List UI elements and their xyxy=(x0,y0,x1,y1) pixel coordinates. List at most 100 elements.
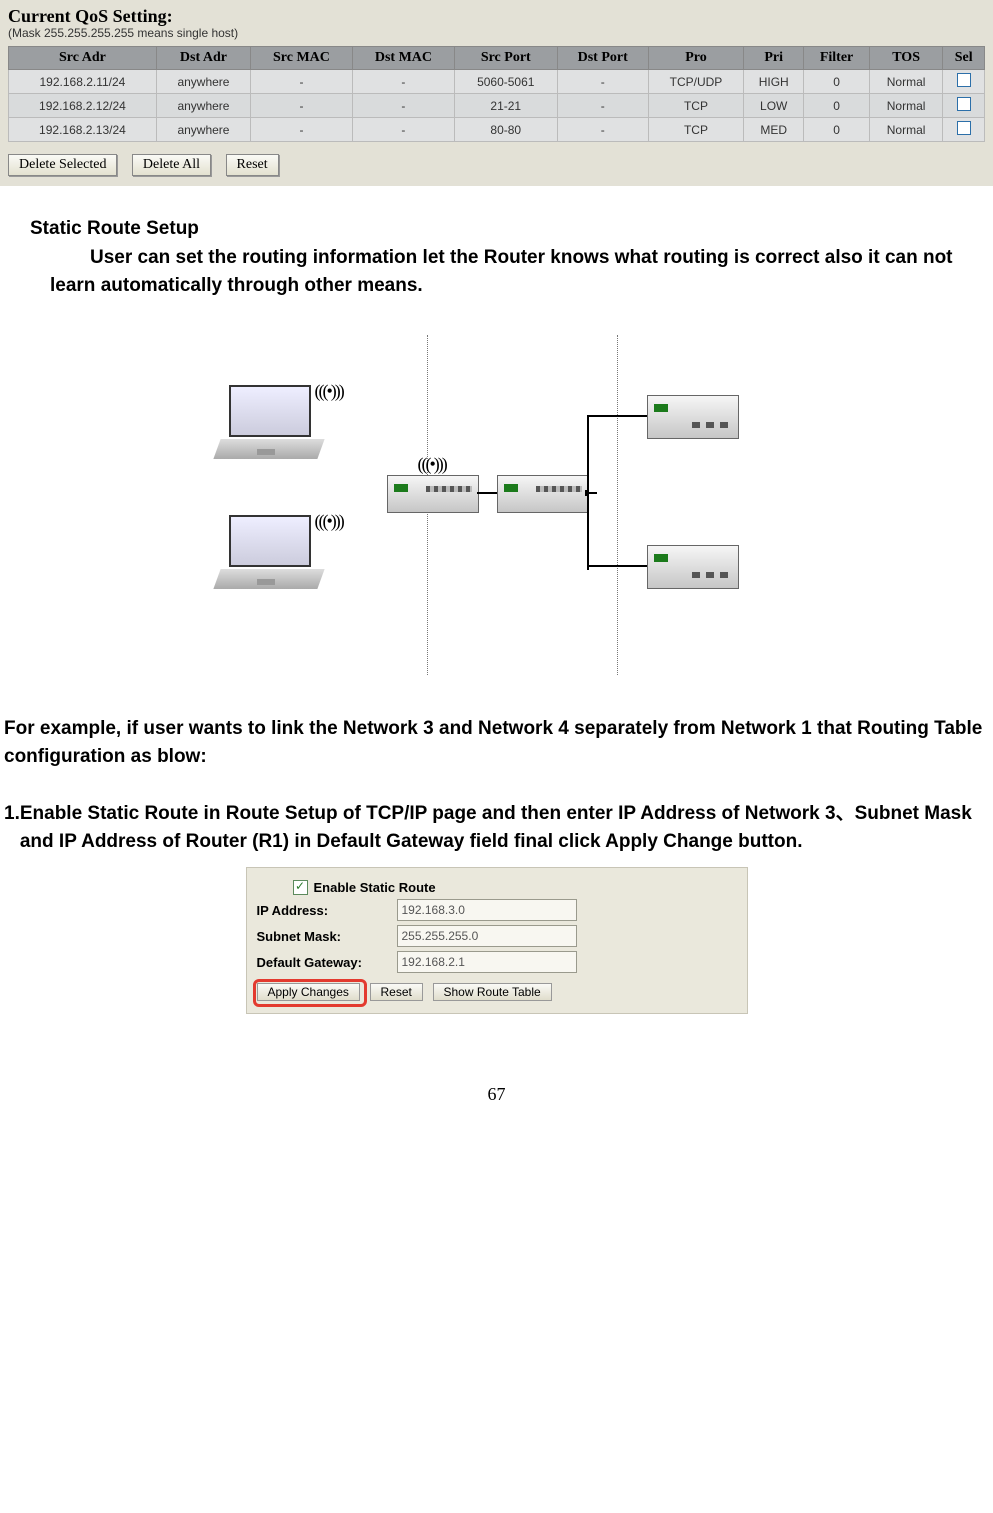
cell: HIGH xyxy=(744,70,804,94)
ip-field[interactable] xyxy=(397,899,577,921)
section-para-1: User can set the routing information let… xyxy=(50,244,963,299)
form-button-row: Apply Changes Reset Show Route Table xyxy=(257,977,737,1001)
cell: - xyxy=(352,94,454,118)
cell: 192.168.2.11/24 xyxy=(9,70,157,94)
wifi-icon: (((•))) xyxy=(315,381,343,402)
cell: - xyxy=(251,94,353,118)
show-route-table-button[interactable]: Show Route Table xyxy=(433,983,552,1001)
mask-row: Subnet Mask: xyxy=(257,925,737,947)
qos-subtitle: (Mask 255.255.255.255 means single host) xyxy=(8,26,985,40)
cell-sel xyxy=(943,70,985,94)
col-pro: Pro xyxy=(648,47,743,70)
switch-icon xyxy=(647,395,739,439)
enable-row: ✓ Enable Static Route xyxy=(257,880,737,895)
para1-text: User can set the routing information let… xyxy=(50,247,953,296)
cell: 5060-5061 xyxy=(455,70,558,94)
cell: - xyxy=(557,70,648,94)
col-dst-adr: Dst Adr xyxy=(156,47,250,70)
laptop-icon: (((•))) xyxy=(217,385,327,459)
enable-label: Enable Static Route xyxy=(314,880,436,895)
cell: TCP xyxy=(648,118,743,142)
cell: TCP xyxy=(648,94,743,118)
cell: anywhere xyxy=(156,94,250,118)
cell: 21-21 xyxy=(455,94,558,118)
col-src-adr: Src Adr xyxy=(9,47,157,70)
col-dst-mac: Dst MAC xyxy=(352,47,454,70)
mask-label: Subnet Mask: xyxy=(257,929,397,944)
col-dst-port: Dst Port xyxy=(557,47,648,70)
cell: 192.168.2.13/24 xyxy=(9,118,157,142)
mask-field[interactable] xyxy=(397,925,577,947)
cell: Normal xyxy=(869,70,943,94)
table-header-row: Src Adr Dst Adr Src MAC Dst MAC Src Port… xyxy=(9,47,985,70)
cell: 0 xyxy=(804,118,870,142)
cell: 0 xyxy=(804,70,870,94)
gw-field[interactable] xyxy=(397,951,577,973)
enable-checkbox[interactable]: ✓ xyxy=(293,880,308,895)
link-line xyxy=(587,492,589,565)
table-row: 192.168.2.13/24 anywhere - - 80-80 - TCP… xyxy=(9,118,985,142)
cell: TCP/UDP xyxy=(648,70,743,94)
wifi-icon: (((•))) xyxy=(418,454,446,475)
col-sel: Sel xyxy=(943,47,985,70)
example-para: For example, if user wants to link the N… xyxy=(0,715,993,770)
ip-label: IP Address: xyxy=(257,903,397,918)
delete-all-button[interactable]: Delete All xyxy=(132,154,211,176)
wireless-router-icon: (((•))) xyxy=(387,475,479,513)
row-checkbox[interactable] xyxy=(957,121,971,135)
static-route-section: Static Route Setup User can set the rout… xyxy=(0,186,993,299)
cell: - xyxy=(251,70,353,94)
cell: 0 xyxy=(804,94,870,118)
step-number: 1. xyxy=(4,800,20,855)
delete-selected-button[interactable]: Delete Selected xyxy=(8,154,117,176)
highlight-box xyxy=(253,979,367,1007)
router-icon xyxy=(497,475,589,513)
cell: Normal xyxy=(869,94,943,118)
network-diagram: (((•))) (((•))) (((•))) xyxy=(177,335,817,675)
cell: - xyxy=(352,70,454,94)
row-checkbox[interactable] xyxy=(957,73,971,87)
section-heading: Static Route Setup xyxy=(30,218,963,240)
col-src-mac: Src MAC xyxy=(251,47,353,70)
cell: anywhere xyxy=(156,70,250,94)
step-text: Enable Static Route in Route Setup of TC… xyxy=(20,800,993,855)
ip-row: IP Address: xyxy=(257,899,737,921)
cell: - xyxy=(352,118,454,142)
link-line xyxy=(587,415,589,493)
qos-panel: Current QoS Setting: (Mask 255.255.255.2… xyxy=(0,0,993,186)
laptop-icon: (((•))) xyxy=(217,515,327,589)
cell: - xyxy=(557,118,648,142)
link-line xyxy=(587,415,647,417)
button-row: Delete Selected Delete All Reset xyxy=(8,142,985,176)
qos-title: Current QoS Setting: xyxy=(8,6,985,27)
cell: - xyxy=(557,94,648,118)
col-pri: Pri xyxy=(744,47,804,70)
gw-row: Default Gateway: xyxy=(257,951,737,973)
qos-table: Src Adr Dst Adr Src MAC Dst MAC Src Port… xyxy=(8,46,985,142)
cell: 80-80 xyxy=(455,118,558,142)
reset-button[interactable]: Reset xyxy=(226,154,279,176)
col-filter: Filter xyxy=(804,47,870,70)
table-row: 192.168.2.11/24 anywhere - - 5060-5061 -… xyxy=(9,70,985,94)
cell: - xyxy=(251,118,353,142)
gw-label: Default Gateway: xyxy=(257,955,397,970)
divider-line xyxy=(617,335,618,675)
cell: LOW xyxy=(744,94,804,118)
cell: anywhere xyxy=(156,118,250,142)
table-row: 192.168.2.12/24 anywhere - - 21-21 - TCP… xyxy=(9,94,985,118)
link-line xyxy=(477,492,497,494)
cell-sel xyxy=(943,118,985,142)
reset-button[interactable]: Reset xyxy=(370,983,423,1001)
step-1: 1. Enable Static Route in Route Setup of… xyxy=(0,800,993,855)
col-src-port: Src Port xyxy=(455,47,558,70)
wifi-icon: (((•))) xyxy=(315,511,343,532)
cell: MED xyxy=(744,118,804,142)
link-line xyxy=(587,565,647,567)
cell: 192.168.2.12/24 xyxy=(9,94,157,118)
page-number: 67 xyxy=(0,1084,993,1105)
col-tos: TOS xyxy=(869,47,943,70)
cell: Normal xyxy=(869,118,943,142)
switch-icon xyxy=(647,545,739,589)
static-route-form: ✓ Enable Static Route IP Address: Subnet… xyxy=(246,867,748,1014)
row-checkbox[interactable] xyxy=(957,97,971,111)
